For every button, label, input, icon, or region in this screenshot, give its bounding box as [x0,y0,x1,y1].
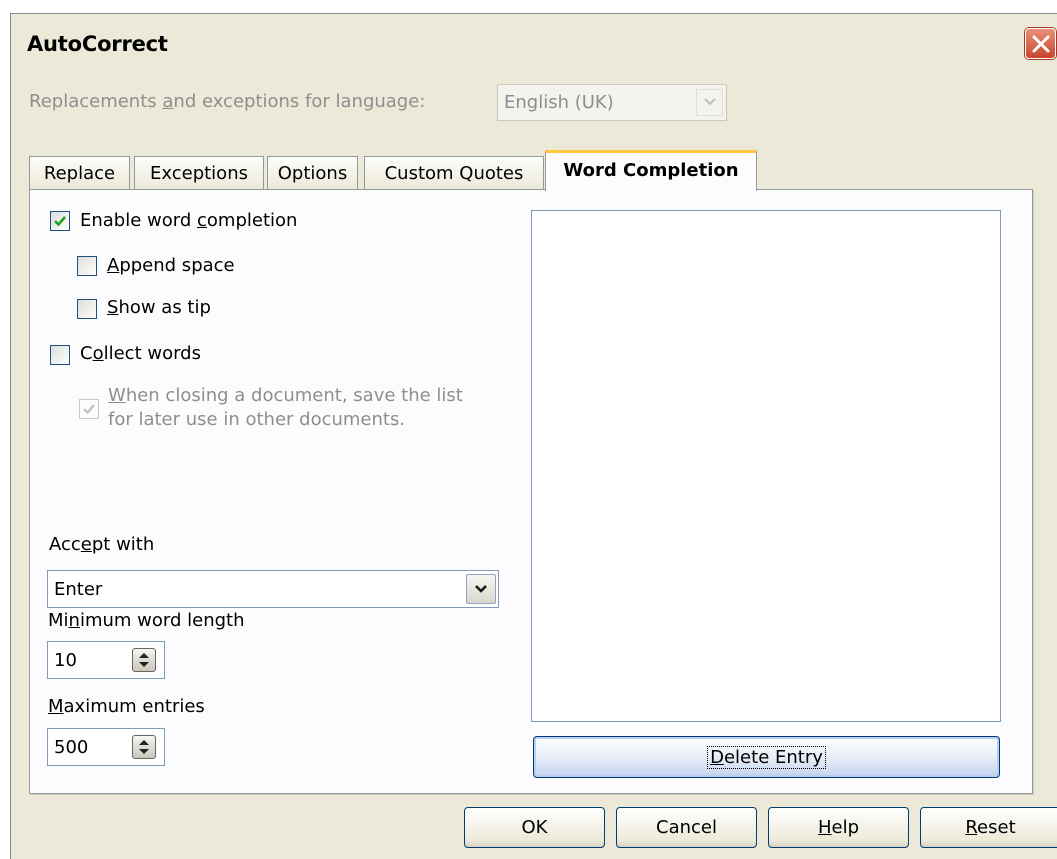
delete-entry-button[interactable]: Delete Entry [533,736,1000,778]
accept-with-label: Accept with [49,534,155,555]
collected-words-list[interactable] [531,210,1001,722]
ok-button[interactable]: OK [464,807,605,848]
tab-word-completion[interactable]: Word Completion [545,150,757,191]
min-word-length-label: Minimum word length [48,610,245,631]
close-button[interactable] [1025,28,1056,59]
tab-exceptions[interactable]: Exceptions [134,156,264,189]
language-label: Replacements and exceptions for language… [29,91,426,112]
spin-arrows-icon [139,740,149,754]
reset-button[interactable]: Reset [920,807,1057,848]
tab-replace[interactable]: Replace [29,156,130,189]
delete-entry-label: Delete Entry [707,746,826,769]
enable-word-completion-label[interactable]: Enable word completion [80,210,297,231]
min-word-length-spinner[interactable]: 10 [47,641,165,679]
show-as-tip-label[interactable]: Show as tip [107,297,211,318]
title-bar[interactable]: AutoCorrect [11,14,1057,75]
autocorrect-dialog: AutoCorrect Replacements and exceptions … [10,13,1057,859]
collect-words-checkbox[interactable] [50,345,70,365]
language-value: English (UK) [504,92,614,113]
min-word-length-stepper[interactable] [132,648,156,672]
tab-custom-quotes[interactable]: Custom Quotes [364,156,544,189]
max-entries-spinner[interactable]: 500 [47,728,165,766]
accept-with-dropdown-button[interactable] [466,574,496,604]
save-list-checkbox[interactable] [79,399,99,419]
dialog-title: AutoCorrect [27,32,168,56]
save-list-label-line2: for later use in other documents. [108,409,406,430]
append-space-checkbox[interactable] [77,256,97,276]
help-button[interactable]: Help [768,807,909,848]
tab-options[interactable]: Options [267,156,358,189]
max-entries-stepper[interactable] [132,735,156,759]
checkmark-icon [83,404,95,415]
min-word-length-value: 10 [54,650,77,671]
cancel-button[interactable]: Cancel [616,807,757,848]
checkmark-icon [54,216,66,227]
collect-words-label[interactable]: Collect words [80,343,201,364]
language-dropdown-button[interactable] [696,89,723,116]
append-space-label[interactable]: Append space [107,255,235,276]
enable-word-completion-checkbox[interactable] [50,211,70,231]
language-select[interactable]: English (UK) [497,84,727,121]
spin-arrows-icon [139,653,149,667]
show-as-tip-checkbox[interactable] [77,299,97,319]
max-entries-label: Maximum entries [48,696,205,717]
save-list-label-line1: When closing a document, save the list [108,385,463,406]
max-entries-value: 500 [54,737,89,758]
accept-with-value: Enter [54,579,103,600]
accept-with-select[interactable]: Enter [47,570,499,608]
